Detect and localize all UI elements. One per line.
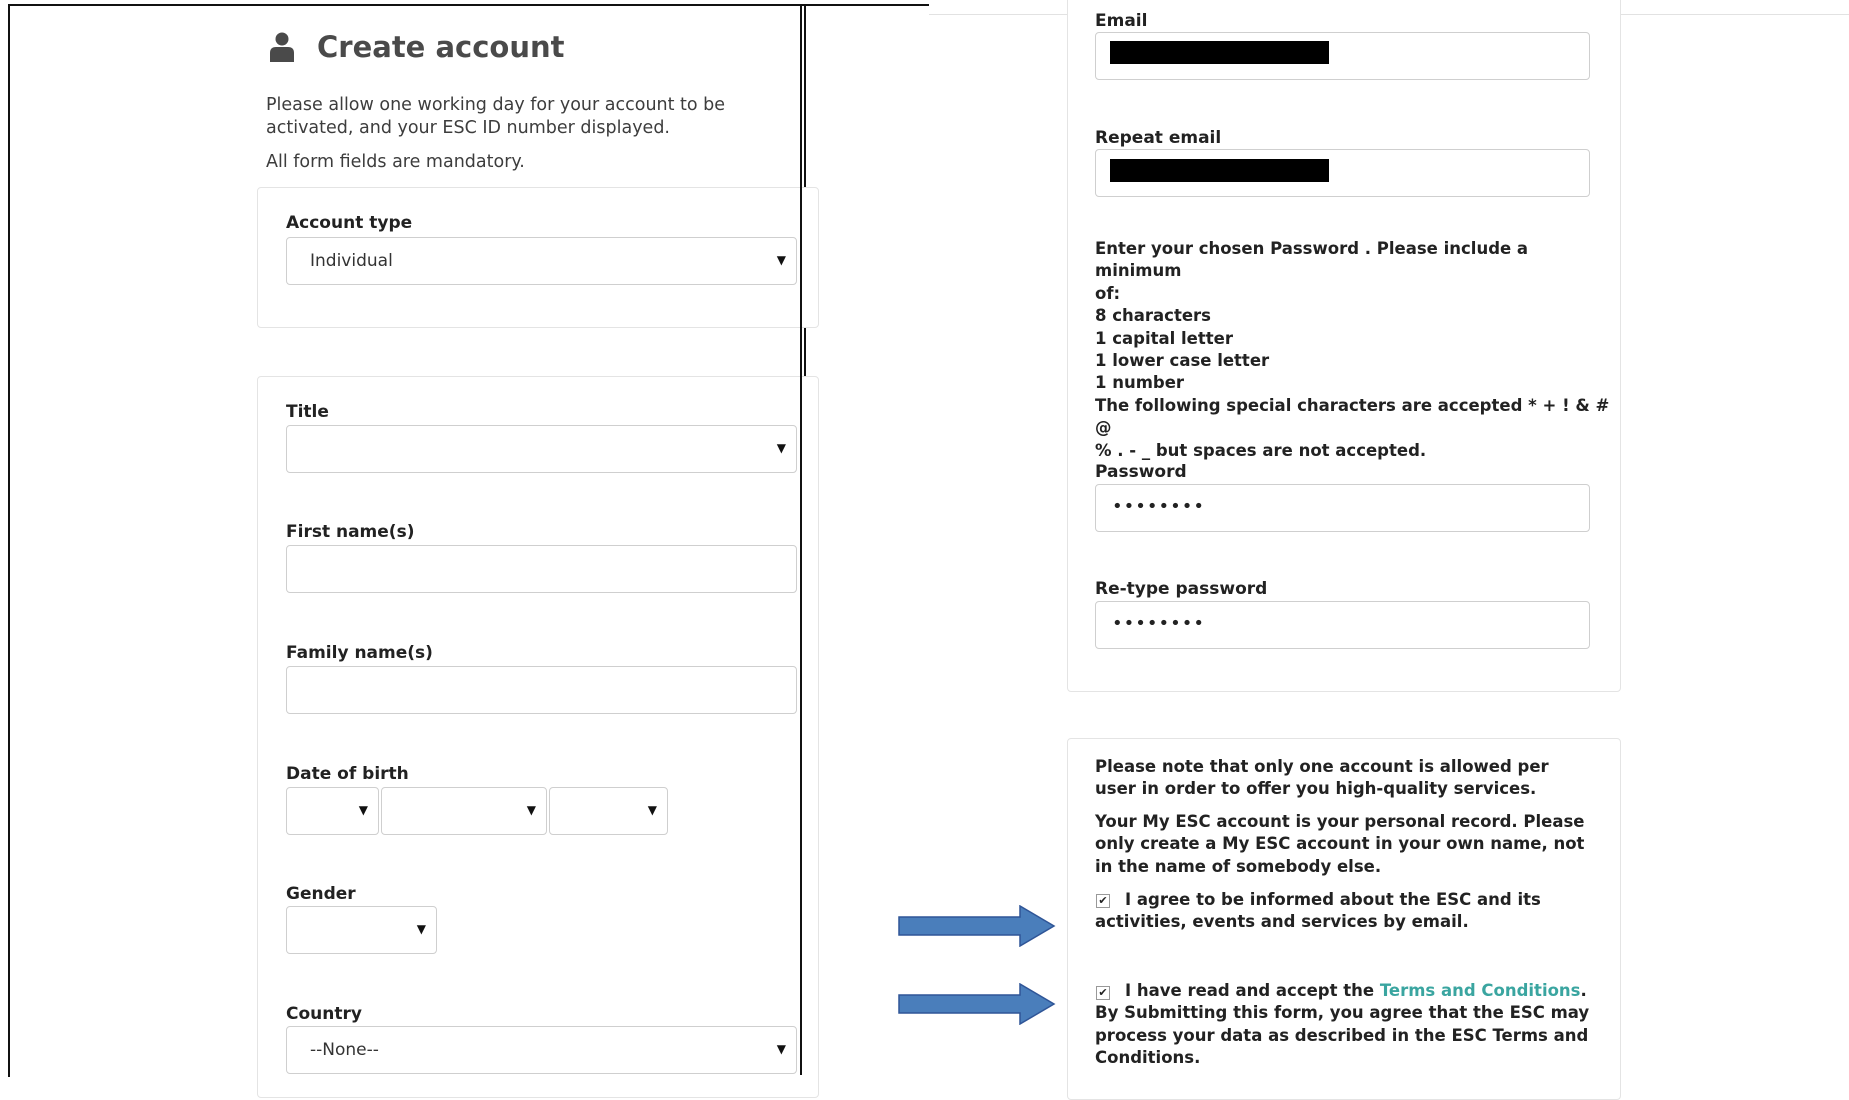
country-value: --None--: [310, 1040, 379, 1060]
page-heading: Create account: [269, 30, 564, 64]
password-input[interactable]: ••••••••: [1095, 484, 1590, 532]
chevron-down-icon: ▼: [526, 803, 536, 817]
marketing-consent-text: I agree to be informed about the ESC and…: [1095, 889, 1595, 934]
panel-divider: [800, 4, 802, 1075]
terms-text-before: I have read and accept the: [1125, 981, 1380, 1000]
top-border: [8, 4, 802, 6]
password-rule-line: Enter your chosen Password . Please incl…: [1095, 239, 1529, 281]
arrow-right-icon: [898, 983, 1056, 1025]
repeat-email-label: Repeat email: [1095, 128, 1222, 148]
first-name-label: First name(s): [286, 522, 415, 542]
account-type-label: Account type: [286, 213, 413, 233]
gender-select[interactable]: ▼: [286, 906, 437, 954]
chevron-down-icon: ▼: [776, 1042, 786, 1056]
password-rule-line: The following special characters are acc…: [1095, 395, 1610, 438]
page-title: Create account: [317, 30, 565, 64]
country-label: Country: [286, 1004, 362, 1024]
dob-month-select[interactable]: ▼: [381, 787, 547, 835]
email-input[interactable]: [1095, 32, 1590, 80]
arrow-right-icon: [898, 905, 1056, 947]
country-select[interactable]: --None-- ▼: [286, 1026, 797, 1074]
password-rule-line: of:: [1095, 283, 1121, 303]
mandatory-note: All form fields are mandatory.: [266, 152, 525, 172]
right-top-border: [802, 4, 929, 6]
chevron-down-icon: ▼: [358, 803, 368, 817]
chevron-down-icon: ▼: [647, 803, 657, 817]
password-rule-line: 1 number: [1095, 373, 1185, 393]
family-name-input[interactable]: [286, 666, 797, 714]
password-rule-line: 1 lower case letter: [1095, 351, 1270, 371]
password-label: Password: [1095, 462, 1187, 482]
user-icon: [270, 32, 294, 62]
first-name-input[interactable]: [286, 545, 797, 593]
retype-password-input[interactable]: ••••••••: [1095, 601, 1590, 649]
terms-and-conditions-link[interactable]: Terms and Conditions: [1380, 981, 1581, 1000]
notice-personal-record: Your My ESC account is your personal rec…: [1095, 812, 1585, 876]
dob-year-select[interactable]: ▼: [549, 787, 668, 835]
chevron-down-icon: ▼: [776, 253, 786, 267]
intro-text: Please allow one working day for your ac…: [266, 95, 726, 138]
account-type-select[interactable]: Individual ▼: [286, 237, 797, 285]
password-rule-line: % . - _ but spaces are not accepted.: [1095, 440, 1427, 460]
title-label: Title: [286, 402, 329, 422]
email-label: Email: [1095, 11, 1148, 31]
password-value: ••••••••: [1112, 496, 1205, 517]
personal-details-card: [257, 376, 819, 1098]
redacted-value: [1110, 41, 1329, 64]
retype-password-label: Re-type password: [1095, 579, 1268, 599]
retype-password-value: ••••••••: [1112, 613, 1205, 634]
gender-label: Gender: [286, 884, 356, 904]
date-of-birth-label: Date of birth: [286, 764, 409, 784]
family-name-label: Family name(s): [286, 643, 433, 663]
notice-one-account: Please note that only one account is all…: [1095, 757, 1549, 799]
terms-consent-text: I have read and accept the Terms and Con…: [1095, 980, 1595, 1070]
title-select[interactable]: ▼: [286, 425, 797, 473]
marketing-consent-label: I agree to be informed about the ESC and…: [1095, 890, 1541, 932]
password-rules: Enter your chosen Password . Please incl…: [1095, 238, 1615, 462]
dob-day-select[interactable]: ▼: [286, 787, 379, 835]
password-rule-line: 8 characters: [1095, 306, 1211, 326]
redacted-value: [1110, 159, 1329, 182]
repeat-email-input[interactable]: [1095, 149, 1590, 197]
account-type-value: Individual: [310, 251, 393, 271]
password-rule-line: 1 capital letter: [1095, 328, 1233, 348]
chevron-down-icon: ▼: [416, 922, 426, 936]
left-panel-border: [8, 4, 10, 1075]
chevron-down-icon: ▼: [776, 441, 786, 455]
